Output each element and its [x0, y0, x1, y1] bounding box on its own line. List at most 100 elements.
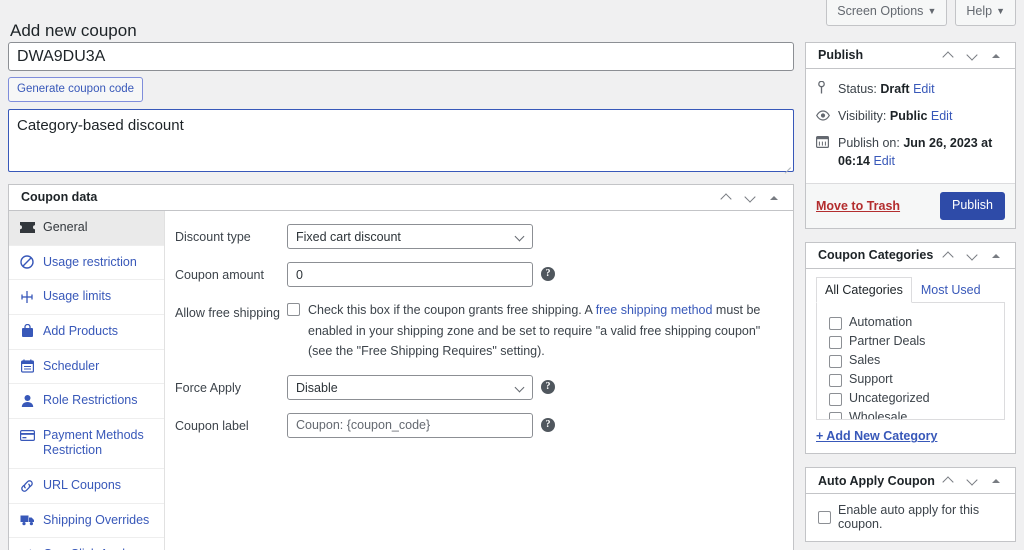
status-edit-link[interactable]: Edit [913, 82, 935, 96]
status-value: Draft [880, 82, 910, 96]
screen-options-button[interactable]: Screen Options ▼ [826, 0, 948, 26]
toggle-panel-button[interactable] [985, 45, 1007, 67]
tab-usage-limits[interactable]: Usage limits [9, 280, 164, 315]
add-new-category-link[interactable]: + Add New Category [816, 429, 937, 443]
help-tip-icon[interactable]: ? [541, 267, 555, 282]
screen-meta-links: Screen Options ▼ Help ▼ [826, 0, 1016, 26]
category-item[interactable]: Sales [829, 350, 994, 369]
publish-status-row: Status: Draft Edit [816, 76, 1005, 103]
tab-one-click-apply[interactable]: One Click Apply [9, 538, 164, 550]
help-button[interactable]: Help ▼ [955, 0, 1016, 26]
move-up-button[interactable] [715, 187, 737, 209]
ticket-icon [19, 220, 35, 235]
visibility-value: Public [889, 109, 928, 124]
category-item[interactable]: Partner Deals [829, 331, 994, 350]
allow-free-shipping-label: Allow free shipping [175, 306, 280, 321]
category-checkbox[interactable] [829, 392, 842, 406]
tab-payment-methods-restriction[interactable]: Payment Methods Restriction [9, 419, 164, 470]
category-checkbox[interactable] [829, 335, 842, 349]
category-checkbox[interactable] [829, 316, 842, 330]
coupon-categories-panel-header: Coupon Categories [806, 243, 1015, 269]
force-apply-select[interactable]: Disable [287, 374, 533, 400]
panel-controls [937, 470, 1007, 492]
coupon-data-fields: Discount type Fixed cart discount Coupon [165, 211, 793, 550]
bag-icon [19, 324, 35, 339]
move-up-button[interactable] [937, 45, 959, 67]
force-apply-select-wrapper: Disable [287, 374, 533, 400]
tab-most-used[interactable]: Most Used [912, 277, 990, 303]
coupon-amount-input[interactable] [287, 262, 533, 288]
allow-free-shipping-description: Check this box if the coupon grants free… [308, 300, 780, 362]
publish-panel-title: Publish [818, 48, 864, 63]
move-up-button[interactable] [937, 245, 959, 267]
calendar-icon [19, 359, 35, 374]
tab-shipping-overrides[interactable]: Shipping Overrides [9, 504, 164, 539]
coupon-description-textarea[interactable]: Category-based discount [8, 109, 794, 173]
tab-scheduler[interactable]: Scheduler [9, 350, 164, 385]
coupon-categories-panel-title: Coupon Categories [818, 248, 934, 263]
plus-limits-icon [19, 289, 35, 304]
chevron-up-icon [722, 193, 731, 202]
publish-button[interactable]: Publish [940, 191, 1005, 220]
category-checkbox[interactable] [829, 373, 842, 387]
move-to-trash-link[interactable]: Move to Trash [816, 199, 900, 213]
category-item[interactable]: Uncategorized [829, 388, 994, 407]
allow-free-shipping-checkbox[interactable] [287, 303, 300, 317]
screen-options-label: Screen Options [837, 4, 924, 18]
auto-apply-row[interactable]: Enable auto apply for this coupon. [806, 494, 1015, 541]
auto-apply-panel-header: Auto Apply Coupon [806, 468, 1015, 495]
discount-type-select[interactable]: Fixed cart discount [287, 224, 533, 250]
category-checkbox[interactable] [829, 354, 842, 368]
category-checklist[interactable]: Automation Partner Deals Sales Support U… [816, 303, 1005, 421]
auto-apply-checkbox[interactable] [818, 510, 831, 524]
chevron-up-icon [944, 251, 953, 260]
publish-panel: Publish Status: Draft Edit Visibility: P… [805, 42, 1016, 229]
tab-general[interactable]: General [9, 211, 164, 246]
free-shipping-method-link[interactable]: free shipping method [596, 303, 713, 317]
generate-coupon-code-button[interactable]: Generate coupon code [8, 77, 144, 103]
tab-add-products[interactable]: Add Products [9, 315, 164, 350]
credit-card-icon [19, 428, 35, 443]
publish-on-prefix: Publish on: [838, 136, 900, 151]
chevron-up-icon [944, 51, 953, 60]
tab-label: Payment Methods Restriction [43, 427, 144, 458]
toggle-panel-button[interactable] [985, 245, 1007, 267]
tab-label: Usage limits [43, 289, 112, 304]
help-tip-icon[interactable]: ? [541, 379, 555, 394]
coupon-data-tablist: General Usage restriction Usage limits A… [9, 211, 165, 550]
publish-on-edit-link[interactable]: Edit [873, 154, 895, 168]
move-up-button[interactable] [937, 470, 959, 492]
coupon-code-input[interactable] [8, 42, 794, 71]
chevron-down-icon [968, 251, 977, 260]
panel-controls [715, 187, 785, 209]
category-label: Support [849, 371, 893, 386]
user-icon [19, 393, 35, 408]
category-item[interactable]: Support [829, 369, 994, 388]
tab-label: Usage restriction [43, 254, 137, 269]
move-down-button[interactable] [961, 245, 983, 267]
toggle-panel-button[interactable] [763, 187, 785, 209]
category-checkbox[interactable] [829, 411, 842, 420]
category-item[interactable]: Automation [829, 312, 994, 331]
coupon-categories-panel: Coupon Categories All Categories Most Us… [805, 242, 1016, 455]
coupon-label-input[interactable] [287, 412, 533, 438]
coupon-description-wrapper: Category-based discount [8, 109, 794, 174]
category-label: Automation [849, 314, 913, 329]
move-down-button[interactable] [961, 45, 983, 67]
tab-usage-restriction[interactable]: Usage restriction [9, 246, 164, 281]
help-tip-icon[interactable]: ? [541, 417, 555, 432]
toggle-panel-button[interactable] [985, 470, 1007, 492]
main-column: Generate coupon code Category-based disc… [8, 42, 794, 550]
chevron-up-icon [944, 476, 953, 485]
help-label: Help [966, 4, 993, 18]
triangle-up-icon [770, 195, 778, 200]
tab-all-categories[interactable]: All Categories [816, 277, 912, 304]
category-item[interactable]: Wholesale [829, 407, 994, 420]
move-down-button[interactable] [739, 187, 761, 209]
move-down-button[interactable] [961, 470, 983, 492]
chevron-down-icon [746, 193, 755, 202]
tab-role-restrictions[interactable]: Role Restrictions [9, 384, 164, 419]
visibility-edit-link[interactable]: Edit [931, 109, 953, 123]
tab-url-coupons[interactable]: URL Coupons [9, 469, 164, 504]
block-icon [19, 255, 35, 270]
